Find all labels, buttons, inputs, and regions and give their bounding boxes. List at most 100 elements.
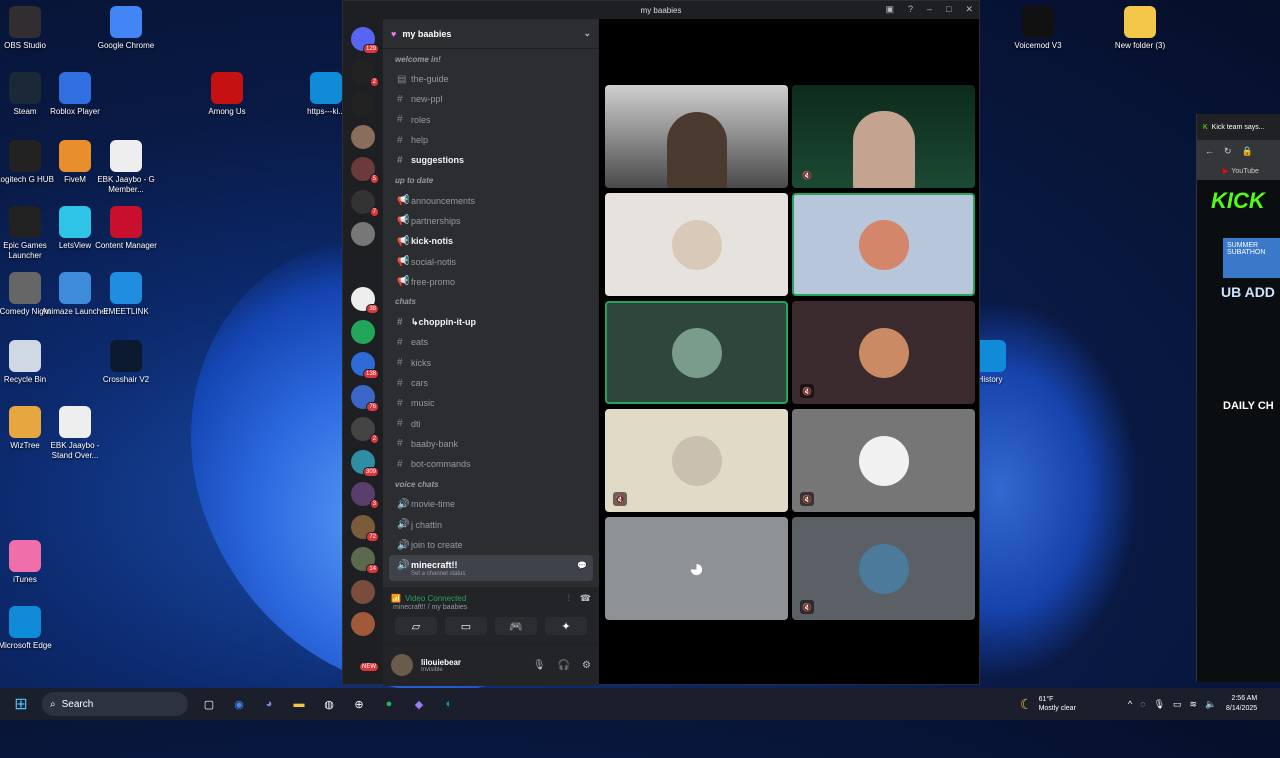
- voice-status-title[interactable]: Video Connected: [405, 594, 466, 603]
- inbox-icon[interactable]: ▣: [885, 4, 894, 15]
- battery-icon[interactable]: ▭: [1173, 699, 1182, 710]
- desktop-icon[interactable]: EBK Jaaybo - G Member...: [91, 140, 161, 195]
- text-channel[interactable]: # roles: [383, 110, 599, 130]
- channel-category[interactable]: up to date: [383, 170, 599, 190]
- desktop-icon[interactable]: OBS Studio: [0, 6, 60, 51]
- desktop-icon[interactable]: Recycle Bin: [0, 340, 60, 385]
- volume-icon[interactable]: 🔈: [1205, 699, 1216, 710]
- text-channel[interactable]: # bot-commands: [383, 454, 599, 474]
- weather-widget[interactable]: ☾ 61°F Mostly clear: [1020, 695, 1076, 713]
- discord-icon[interactable]: ◕: [258, 693, 280, 715]
- search-input[interactable]: ⌕ Search: [42, 692, 188, 716]
- server-icon[interactable]: 309: [351, 449, 379, 477]
- server-icon[interactable]: 2: [351, 417, 379, 444]
- desktop-icon[interactable]: Voicemod V3: [1003, 6, 1073, 51]
- text-channel[interactable]: # ↳choppin-it-up: [383, 312, 599, 332]
- server-icon[interactable]: NEW: [351, 644, 379, 672]
- task-view-icon[interactable]: ▢: [198, 693, 220, 715]
- spotify-icon[interactable]: ●: [378, 693, 400, 715]
- server-icon[interactable]: 72: [351, 514, 379, 542]
- server-icon[interactable]: 38: [351, 287, 379, 314]
- server-icon[interactable]: [351, 319, 375, 344]
- voice-channel-active[interactable]: 🔊 minecraft!! 💬 Set a channel status: [389, 555, 593, 582]
- obs-icon[interactable]: ◍: [318, 693, 340, 715]
- noise-suppression-icon[interactable]: ⫶: [568, 593, 570, 604]
- chevron-up-icon[interactable]: ^: [1128, 699, 1132, 710]
- chat-icon[interactable]: 💬: [577, 561, 587, 570]
- start-icon[interactable]: ⊞: [10, 693, 32, 715]
- screen-share-icon[interactable]: ▭: [445, 617, 487, 635]
- text-channel[interactable]: # help: [383, 130, 599, 150]
- server-icon[interactable]: [351, 579, 375, 604]
- back-icon[interactable]: ←: [1205, 146, 1214, 156]
- wifi-icon[interactable]: ≋: [1190, 699, 1198, 710]
- server-header[interactable]: ♥ my baabies ⌄: [383, 19, 599, 49]
- minimize-button[interactable]: –: [927, 4, 932, 15]
- maximize-button[interactable]: □: [946, 4, 951, 15]
- app-icon[interactable]: ◆: [408, 693, 430, 715]
- reload-icon[interactable]: ↻: [1224, 146, 1232, 157]
- desktop-icon[interactable]: Among Us: [192, 72, 262, 117]
- video-tile-4[interactable]: [792, 193, 975, 296]
- camera-off-icon[interactable]: ▱: [395, 617, 437, 635]
- help-icon[interactable]: ?: [908, 4, 913, 15]
- voice-channel[interactable]: 🔊 movie-time: [383, 494, 599, 514]
- server-icon[interactable]: 76: [351, 384, 379, 412]
- tray-icon[interactable]: ◌: [1140, 699, 1145, 710]
- server-icon[interactable]: [351, 92, 375, 116]
- server-icon[interactable]: [351, 254, 375, 279]
- server-icon[interactable]: [351, 222, 375, 246]
- file-explorer-icon[interactable]: ▬: [288, 693, 310, 715]
- text-channel[interactable]: 📢 announcements: [383, 190, 599, 210]
- text-channel[interactable]: 📢 kick-notis: [383, 231, 599, 251]
- soundboard-icon[interactable]: ✦: [545, 617, 587, 635]
- channel-category[interactable]: welcome in!: [383, 49, 599, 69]
- video-tile-1[interactable]: [605, 85, 788, 188]
- activity-icon[interactable]: 🎮: [495, 617, 537, 635]
- browser-tab[interactable]: K Kick team says...: [1197, 114, 1280, 140]
- edge-icon[interactable]: ◐: [438, 693, 460, 715]
- username[interactable]: lilouiebear: [421, 658, 461, 667]
- server-icon[interactable]: 129: [351, 27, 379, 54]
- video-tile-6[interactable]: 🔇: [792, 301, 975, 404]
- desktop-icon[interactable]: EBK Jaaybo - Stand Over...: [40, 406, 110, 461]
- chrome-icon[interactable]: ◉: [228, 693, 250, 715]
- close-button[interactable]: ✕: [965, 4, 973, 15]
- desktop-icon[interactable]: Google Chrome: [91, 6, 161, 51]
- text-channel[interactable]: 📢 social-notis: [383, 251, 599, 271]
- headphones-icon[interactable]: 🎧: [558, 660, 570, 671]
- text-channel[interactable]: # new-ppl: [383, 89, 599, 109]
- server-icon[interactable]: [351, 612, 375, 636]
- channel-category[interactable]: voice chats: [383, 474, 599, 494]
- server-icon[interactable]: 7: [351, 189, 379, 217]
- text-channel[interactable]: ▤ the-guide: [383, 69, 599, 89]
- server-icon[interactable]: [351, 124, 375, 149]
- text-channel[interactable]: # music: [383, 393, 599, 413]
- voice-channel[interactable]: 🔊 join to create: [383, 535, 599, 555]
- video-tile-2[interactable]: 🔇: [792, 85, 975, 188]
- text-channel[interactable]: 📢 free-promo: [383, 272, 599, 292]
- channel-status-text[interactable]: Set a channel status: [411, 571, 465, 577]
- server-icon[interactable]: 3: [351, 482, 379, 509]
- video-tile-10[interactable]: 🔇: [792, 517, 975, 620]
- video-tile-3[interactable]: [605, 193, 788, 296]
- text-channel[interactable]: # kicks: [383, 353, 599, 373]
- video-tile-5[interactable]: [605, 301, 788, 404]
- server-icon[interactable]: 14: [351, 547, 379, 574]
- crosshair-icon[interactable]: ⊕: [348, 693, 370, 715]
- server-icon[interactable]: 2: [351, 59, 379, 87]
- bookmark-youtube[interactable]: YouTube: [1231, 168, 1259, 175]
- text-channel[interactable]: # suggestions: [383, 150, 599, 170]
- text-channel[interactable]: 📢 partnerships: [383, 211, 599, 231]
- gear-icon[interactable]: ⚙: [582, 660, 591, 671]
- desktop-icon[interactable]: Roblox Player: [40, 72, 110, 117]
- avatar[interactable]: [391, 654, 413, 676]
- desktop-icon[interactable]: Content Manager: [91, 206, 161, 251]
- desktop-icon[interactable]: New folder (3): [1105, 6, 1175, 51]
- desktop-icon[interactable]: Microsoft Edge: [0, 606, 60, 651]
- text-channel[interactable]: # baaby-bank: [383, 434, 599, 454]
- clock[interactable]: 2:56 AM 8/14/2025: [1226, 694, 1257, 714]
- text-channel[interactable]: # dti: [383, 413, 599, 433]
- mic-icon[interactable]: 🎙: [1154, 699, 1165, 710]
- desktop-icon[interactable]: Crosshair V2: [91, 340, 161, 385]
